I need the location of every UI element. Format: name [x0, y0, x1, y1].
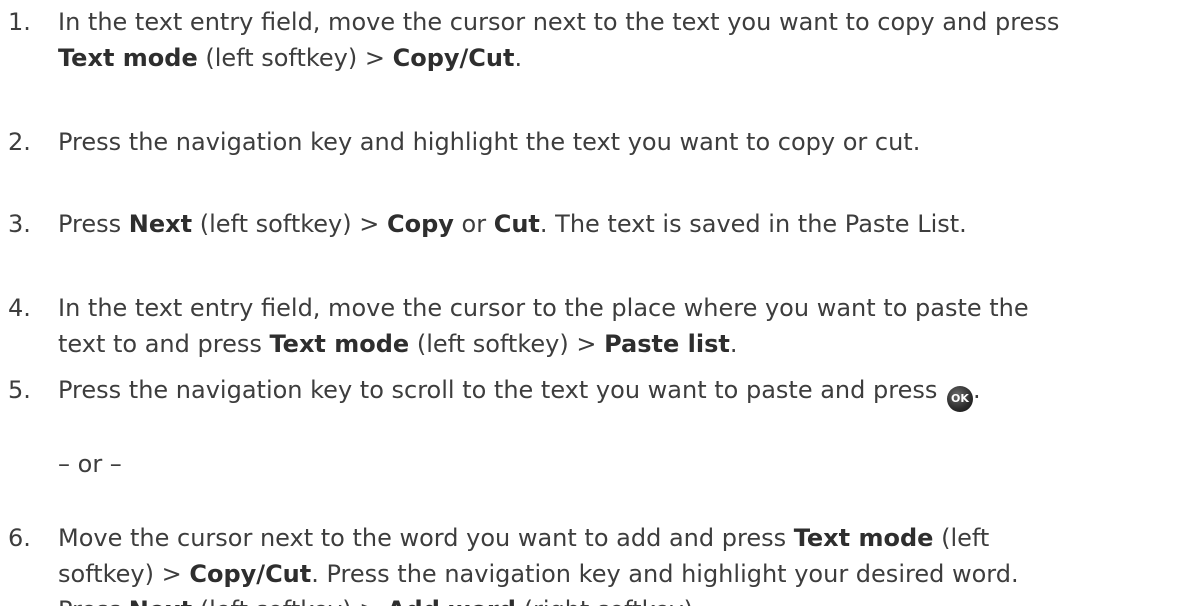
step-text: Press Next (left softkey) > Copy or Cut.… — [58, 206, 1203, 242]
ok-button-icon: OK — [946, 386, 973, 412]
step-text-run: (right softkey). — [516, 596, 701, 606]
or-separator: – or – — [58, 450, 122, 478]
step-text-run: (left softkey) > — [192, 210, 387, 238]
step-text: In the text entry field, move the cursor… — [58, 4, 1203, 76]
step-text-run: In the text entry field, move the cursor… — [58, 8, 1060, 36]
step-number: 4. — [8, 294, 31, 322]
step-text-run: text to and press — [58, 330, 270, 358]
ui-term: Text mode — [58, 44, 198, 72]
step-line: text to and press Text mode (left softke… — [58, 326, 1203, 362]
ui-term: Add word — [387, 596, 516, 606]
step-line: Press the navigation key and highlight t… — [58, 124, 1203, 160]
step-text-run: or — [453, 210, 494, 238]
step-text: In the text entry field, move the cursor… — [58, 290, 1203, 362]
step-line: Move the cursor next to the word you wan… — [58, 520, 1203, 556]
ui-term: Text mode — [269, 330, 410, 358]
step-text-run: . — [514, 44, 523, 72]
step-number: 3. — [8, 210, 31, 238]
ui-term: Next — [128, 210, 193, 238]
step-text-run: softkey) > — [58, 560, 190, 588]
step-text-run: . Press the navigation key and highlight… — [311, 560, 1019, 588]
step-text-run: Press the navigation key and highlight t… — [58, 128, 921, 156]
step-text: Press the navigation key and highlight t… — [58, 124, 1203, 160]
step-text: Press the navigation key to scroll to th… — [58, 372, 1203, 412]
step-number: 5. — [8, 376, 31, 404]
ui-term: Cut — [493, 210, 540, 238]
step-text-run: (left softkey) > — [197, 44, 393, 72]
ui-term: Copy/Cut — [189, 560, 312, 588]
step-number: 2. — [8, 128, 31, 156]
step-text-run: Press — [58, 596, 129, 606]
step-line: Press Next (left softkey) > Copy or Cut.… — [58, 206, 1203, 242]
step-text-run: Move the cursor next to the word you wan… — [58, 524, 794, 552]
step-line: In the text entry field, move the cursor… — [58, 4, 1203, 40]
step-text-run: Press — [58, 210, 129, 238]
step-number: 6. — [8, 524, 31, 552]
ui-term: Text mode — [793, 524, 934, 552]
step-line: softkey) > Copy/Cut. Press the navigatio… — [58, 556, 1203, 592]
ui-term: Next — [129, 596, 192, 606]
step-text-run: (left softkey) > — [192, 596, 387, 606]
step-line: Press the navigation key to scroll to th… — [58, 372, 1203, 412]
step-punctuation: . — [972, 376, 981, 404]
step-number: 1. — [8, 8, 31, 36]
step-text-run: (left softkey) > — [409, 330, 605, 358]
step-text: Move the cursor next to the word you wan… — [58, 520, 1203, 606]
step-text-run: (left — [933, 524, 990, 552]
step-line: Press Next (left softkey) > Add word (ri… — [58, 592, 1203, 606]
ui-term: Copy — [386, 210, 454, 238]
ui-term: Copy/Cut — [392, 44, 515, 72]
step-text-run: . — [729, 330, 738, 358]
step-line: In the text entry field, move the cursor… — [58, 290, 1203, 326]
ui-term: Paste list — [604, 330, 730, 358]
step-text-run: Press the navigation key to scroll to th… — [58, 376, 945, 404]
step-text-run: In the text entry field, move the cursor… — [58, 294, 1029, 322]
step-text-run: . The text is saved in the Paste List. — [539, 210, 967, 238]
step-line: Text mode (left softkey) > Copy/Cut. — [58, 40, 1203, 76]
